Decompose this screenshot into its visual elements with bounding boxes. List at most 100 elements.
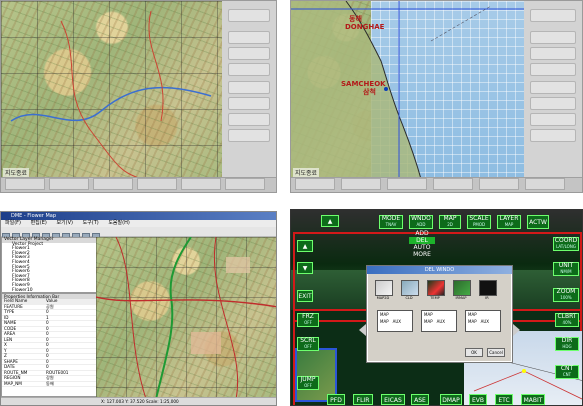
- menu-item[interactable]: 파일(F): [5, 220, 21, 226]
- menu-item[interactable]: 도구(T): [83, 220, 99, 226]
- menu-item[interactable]: 도움말(H): [108, 220, 129, 226]
- property-key: NAME: [4, 320, 17, 325]
- sidebar-button[interactable]: [530, 31, 576, 44]
- button-sublabel: 2D: [447, 222, 453, 227]
- mode-button[interactable]: MODE TNAV: [379, 215, 403, 229]
- menu-item[interactable]: MORE: [409, 251, 435, 258]
- bottom-toolbar: [1, 177, 276, 192]
- toolbar-button[interactable]: [5, 178, 45, 190]
- thumbnail-ir[interactable]: [479, 280, 497, 296]
- sidebar-button[interactable]: [530, 97, 576, 110]
- button-label: JUMP: [300, 376, 316, 383]
- scroll-down-button[interactable]: ▼: [297, 262, 313, 274]
- evb-button[interactable]: EVB: [469, 394, 487, 405]
- map-status-label: 지도종료: [293, 168, 320, 177]
- properties-rows: FEATURE 공원 TYPE 0 ID 1 NAME 0 CODE 0 AREA 0 LEN 0 X 0 Y 0…: [2, 304, 96, 387]
- map-button[interactable]: MAP 2D: [439, 215, 461, 229]
- slot-label: MAP: [468, 312, 477, 317]
- thumbnail-map2d[interactable]: [375, 280, 393, 296]
- toolbar-button[interactable]: [295, 178, 335, 190]
- sidebar-button[interactable]: [530, 47, 576, 60]
- exit-button[interactable]: EXIT: [297, 290, 313, 302]
- button-label: SCALE: [469, 215, 489, 222]
- sidebar-button[interactable]: [530, 129, 576, 142]
- property-key: MAP_NM: [4, 380, 22, 386]
- toolbar-button[interactable]: [479, 178, 519, 190]
- scale-button[interactable]: SCALE PMOD: [467, 215, 491, 229]
- toolbar-button[interactable]: [341, 178, 381, 190]
- zoom-button[interactable]: ZOOM 100%: [553, 288, 579, 302]
- sidebar-button[interactable]: [228, 9, 270, 22]
- wndo-button[interactable]: WNDO ADD: [409, 215, 433, 229]
- dmap-button[interactable]: DMAP: [440, 394, 462, 405]
- button-label: UNIT: [558, 262, 574, 269]
- menu-item[interactable]: 편집(E): [31, 220, 47, 226]
- toolbar-button[interactable]: [181, 178, 221, 190]
- scroll-button[interactable]: SCRL OFF: [297, 337, 319, 351]
- center-button[interactable]: CNT CNT: [555, 365, 579, 379]
- toolbar-button[interactable]: [137, 178, 177, 190]
- button-label: CNT: [560, 365, 574, 372]
- window-slot[interactable]: MAP MAP AUX: [421, 310, 457, 332]
- sidebar-button[interactable]: [228, 97, 270, 110]
- mabit-button[interactable]: MABIT: [521, 394, 545, 405]
- toolbar-button[interactable]: [225, 178, 265, 190]
- menu-item[interactable]: AUTO: [409, 244, 435, 251]
- property-value: 0: [46, 342, 49, 347]
- etc-button[interactable]: ETC: [495, 394, 513, 405]
- jump-button[interactable]: JUMP OFF: [297, 376, 319, 390]
- toolbar-button[interactable]: [49, 178, 89, 190]
- freeze-button[interactable]: FRZ OFF: [297, 313, 319, 327]
- toolbar-button[interactable]: [525, 178, 565, 190]
- property-key: AREA: [4, 331, 16, 336]
- menu-item-selected[interactable]: DEL: [409, 237, 435, 244]
- toolbar-button[interactable]: [433, 178, 473, 190]
- property-row[interactable]: MAP_NM 동해: [2, 380, 96, 387]
- sidebar-button[interactable]: [228, 47, 270, 60]
- previous-arrow-icon[interactable]: [359, 324, 366, 336]
- thumbnail-label: MAP2D: [376, 296, 390, 300]
- ok-button[interactable]: OK: [465, 348, 483, 357]
- sidebar-button[interactable]: [228, 129, 270, 142]
- direction-button[interactable]: DIR HDG: [555, 337, 579, 351]
- ase-button[interactable]: ASE: [411, 394, 429, 405]
- window-slot[interactable]: MAP MAP AUX: [465, 310, 501, 332]
- sidebar-button[interactable]: [228, 81, 270, 94]
- button-label: MODE: [381, 215, 401, 222]
- sidebar-button[interactable]: [530, 81, 576, 94]
- gis-application-window: DME - Flower Map 파일(F) 편집(E) 보기(V) 도구(T)…: [0, 211, 277, 406]
- actw-button[interactable]: ACTW: [527, 215, 549, 229]
- cancel-button[interactable]: Cancel: [487, 348, 505, 357]
- sidebar-button[interactable]: [228, 113, 270, 126]
- toolbar-button[interactable]: [387, 178, 427, 190]
- coastline: [291, 1, 526, 179]
- thumbnail-cld[interactable]: [401, 280, 419, 296]
- flir-button[interactable]: FLIR: [353, 394, 373, 405]
- coord-button[interactable]: COORD LAT/LONG: [553, 237, 579, 251]
- button-sublabel: LAT/LONG: [556, 244, 576, 249]
- next-arrow-icon[interactable]: [513, 324, 520, 336]
- calibrate-button[interactable]: CLBRT 40%: [555, 313, 579, 327]
- sidebar-button[interactable]: [530, 9, 576, 22]
- sidebar-button[interactable]: [530, 63, 576, 76]
- sidebar-button[interactable]: [530, 113, 576, 126]
- sidebar-button[interactable]: [228, 31, 270, 44]
- window-slot[interactable]: MAP MAP AUX: [377, 310, 413, 332]
- eicas-button[interactable]: EICAS: [381, 394, 405, 405]
- sidebar-button[interactable]: [228, 63, 270, 76]
- button-sublabel: NM/M: [560, 269, 572, 274]
- menu-item[interactable]: 보기(V): [56, 220, 73, 226]
- thumbnail-irmap[interactable]: [453, 280, 471, 296]
- scroll-up-button[interactable]: ▲: [321, 215, 339, 227]
- layer-button[interactable]: LAYER MAP: [497, 215, 521, 229]
- column-header: Value: [46, 298, 58, 303]
- menu-item[interactable]: ADD: [409, 230, 435, 237]
- map-viewer-panel-1: 지도종료: [0, 0, 277, 193]
- slot-label: MAP: [380, 319, 389, 324]
- toolbar-button[interactable]: [93, 178, 133, 190]
- unit-button[interactable]: UNIT NM/M: [553, 262, 579, 276]
- pfd-button[interactable]: PFD: [327, 394, 345, 405]
- button-sublabel: OFF: [304, 383, 312, 388]
- thumbnail-temp[interactable]: [427, 280, 445, 296]
- scroll-up-button[interactable]: ▲: [297, 240, 313, 252]
